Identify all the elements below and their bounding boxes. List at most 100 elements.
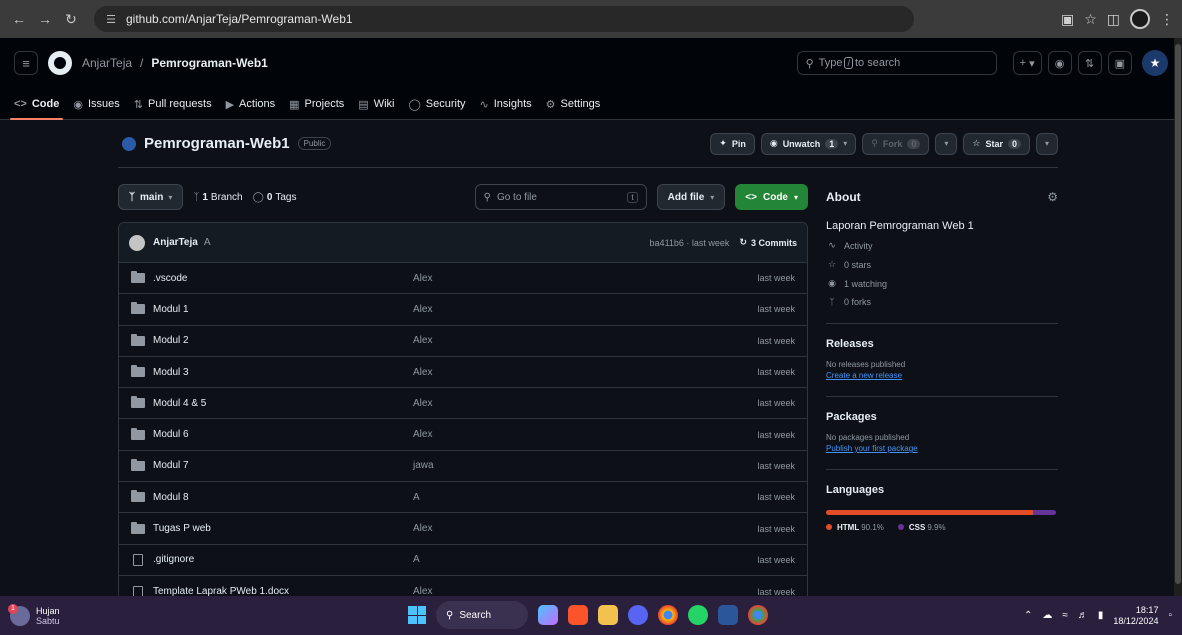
cloud-icon[interactable]: ☁ — [1042, 610, 1052, 621]
file-row[interactable]: Modul 1 Alex last week — [119, 294, 807, 326]
clock[interactable]: 18:17 18/12/2024 — [1113, 605, 1158, 627]
search-input[interactable]: ⚲ Type / to search — [796, 51, 997, 75]
pin-button[interactable]: ✦ Pin — [710, 132, 755, 155]
publish-package-link[interactable]: Publish your first package — [826, 444, 1058, 453]
file-row[interactable]: .vscode Alex last week — [119, 263, 807, 295]
language-item[interactable]: HTML 90.1% — [826, 523, 884, 532]
go-to-file-input[interactable]: ⚲ Go to file t — [474, 184, 647, 210]
packages-title[interactable]: Packages — [826, 411, 1058, 423]
file-commit-message[interactable]: Alex — [413, 273, 432, 284]
notifications-icon[interactable]: ▫ — [1168, 610, 1172, 621]
tab-pull-requests[interactable]: ⇅ Pull requests — [134, 88, 212, 120]
user-avatar[interactable]: ★ — [1142, 50, 1168, 76]
brave-browser-icon[interactable] — [568, 605, 588, 625]
file-row[interactable]: .gitignore Alast week — [119, 545, 807, 576]
wifi-icon[interactable]: ≈ — [1062, 610, 1068, 621]
releases-title[interactable]: Releases — [826, 338, 1058, 350]
language-item[interactable]: CSS 9.9% — [897, 523, 946, 532]
file-name[interactable]: .gitignore — [153, 554, 413, 565]
file-commit-message[interactable]: Alex — [413, 367, 432, 378]
commit-meta[interactable]: ba411b6 · last week — [650, 238, 730, 248]
file-name[interactable]: Modul 6 — [153, 429, 413, 440]
forward-arrow-icon[interactable]: → — [34, 8, 56, 30]
star-button[interactable]: ☆ Star 0 — [963, 132, 1030, 155]
file-row[interactable]: Modul 2 Alex last week — [119, 326, 807, 357]
file-commit-message[interactable]: A — [413, 492, 420, 503]
tab-code[interactable]: <> Code — [9, 88, 64, 120]
chevron-up-icon[interactable]: ⌃ — [1024, 610, 1032, 621]
fork-button[interactable]: ⚲ Fork 0 — [862, 132, 930, 155]
star-dropdown-button[interactable]: ▾ — [1035, 132, 1058, 155]
browser-profile-avatar[interactable] — [1130, 9, 1150, 29]
file-name[interactable]: Tugas P web — [153, 523, 413, 534]
file-commit-message[interactable]: A — [413, 554, 420, 565]
weather-widget[interactable]: 1 Hujan Sabtu — [8, 603, 60, 626]
issues-button[interactable]: ◉ — [1047, 51, 1072, 75]
file-row[interactable]: Modul 6 Alex last week — [119, 419, 807, 451]
code-button[interactable]: <> Code ▾ — [735, 184, 808, 210]
bookmark-star-icon[interactable]: ☆ — [1084, 11, 1097, 28]
battery-icon[interactable]: ▮ — [1098, 610, 1104, 621]
tab-insights[interactable]: ∿ Insights — [480, 88, 532, 120]
create-new-button[interactable]: + ▾ — [1012, 51, 1042, 75]
file-name[interactable]: Modul 3 — [153, 367, 413, 378]
reload-icon[interactable]: ↻ — [60, 8, 82, 30]
file-row[interactable]: Modul 8 Alast week — [119, 482, 807, 514]
file-commit-message[interactable]: Alex — [413, 398, 432, 409]
chrome-active-icon[interactable] — [748, 605, 768, 625]
tab-actions[interactable]: ▶ Actions — [226, 88, 276, 120]
add-file-button[interactable]: Add file ▾ — [656, 184, 726, 210]
commit-author[interactable]: AnjarTeja — [153, 237, 198, 248]
fork-dropdown-button[interactable]: ▾ — [935, 132, 958, 155]
stars-link[interactable]: ☆ 0 stars — [826, 259, 1058, 270]
hamburger-menu-icon[interactable]: ≡ — [14, 51, 38, 75]
file-name[interactable]: Modul 8 — [153, 492, 413, 503]
branch-select-button[interactable]: ᛉ main ▾ — [118, 184, 184, 210]
forks-link[interactable]: ᛉ 0 forks — [826, 297, 1058, 307]
browser-menu-icon[interactable]: ⋮ — [1160, 11, 1174, 28]
windows-start-icon[interactable] — [408, 606, 426, 624]
create-release-link[interactable]: Create a new release — [826, 371, 1058, 380]
file-name[interactable]: Modul 1 — [153, 304, 413, 315]
breadcrumb-repo[interactable]: Pemrograman-Web1 — [151, 56, 267, 70]
file-name[interactable]: Modul 7 — [153, 460, 413, 471]
watching-link[interactable]: ◉ 1 watching — [826, 278, 1058, 289]
copilot-icon[interactable] — [538, 605, 558, 625]
file-row[interactable]: Modul 3 Alex last week — [119, 357, 807, 389]
discord-icon[interactable] — [628, 605, 648, 625]
branches-link[interactable]: ᛉ 1 Branch — [193, 192, 242, 203]
file-explorer-icon[interactable] — [598, 605, 618, 625]
extensions-icon[interactable]: ◫ — [1107, 11, 1120, 28]
inbox-button[interactable]: ▣ — [1107, 51, 1132, 75]
file-row[interactable]: Tugas P web Alex last week — [119, 513, 807, 545]
file-name[interactable]: Modul 2 — [153, 335, 413, 346]
speaker-icon[interactable]: ♬ — [1078, 610, 1088, 621]
file-commit-message[interactable]: jawa — [413, 460, 434, 471]
commits-link[interactable]: ↻ 3 Commits — [739, 237, 797, 248]
file-row[interactable]: Modul 7 jawa last week — [119, 451, 807, 483]
github-logo-icon[interactable] — [48, 51, 72, 75]
chrome-icon[interactable] — [658, 605, 678, 625]
tab-wiki[interactable]: ▤ Wiki — [358, 88, 394, 120]
file-commit-message[interactable]: Alex — [413, 335, 432, 346]
scrollbar-thumb[interactable] — [1175, 44, 1181, 584]
file-commit-message[interactable]: Alex — [413, 304, 432, 315]
breadcrumb-owner[interactable]: AnjarTeja — [82, 56, 132, 70]
site-settings-icon[interactable]: ☰ — [104, 12, 118, 26]
file-name[interactable]: .vscode — [153, 273, 413, 284]
tags-link[interactable]: ◯ 0 Tags — [253, 192, 297, 203]
commit-author-avatar[interactable] — [129, 234, 145, 251]
address-bar[interactable]: ☰ github.com/AnjarTeja/Pemrograman-Web1 — [94, 6, 914, 32]
commit-message[interactable]: A — [204, 237, 211, 248]
file-commit-message[interactable]: Alex — [413, 523, 432, 534]
back-arrow-icon[interactable]: ← — [8, 8, 30, 30]
tab-issues[interactable]: ◉ Issues — [73, 88, 119, 120]
pull-requests-button[interactable]: ⇅ — [1077, 51, 1102, 75]
tab-settings[interactable]: ⚙ Settings — [546, 88, 601, 120]
taskbar-search[interactable]: ⚲ Search — [436, 601, 528, 629]
file-name[interactable]: Modul 4 & 5 — [153, 398, 413, 409]
file-commit-message[interactable]: Alex — [413, 429, 432, 440]
unwatch-button[interactable]: ◉ Unwatch 1 ▾ — [760, 132, 857, 155]
gear-icon[interactable]: ⚙ — [1047, 190, 1058, 204]
tab-security[interactable]: ◯ Security — [408, 88, 465, 120]
